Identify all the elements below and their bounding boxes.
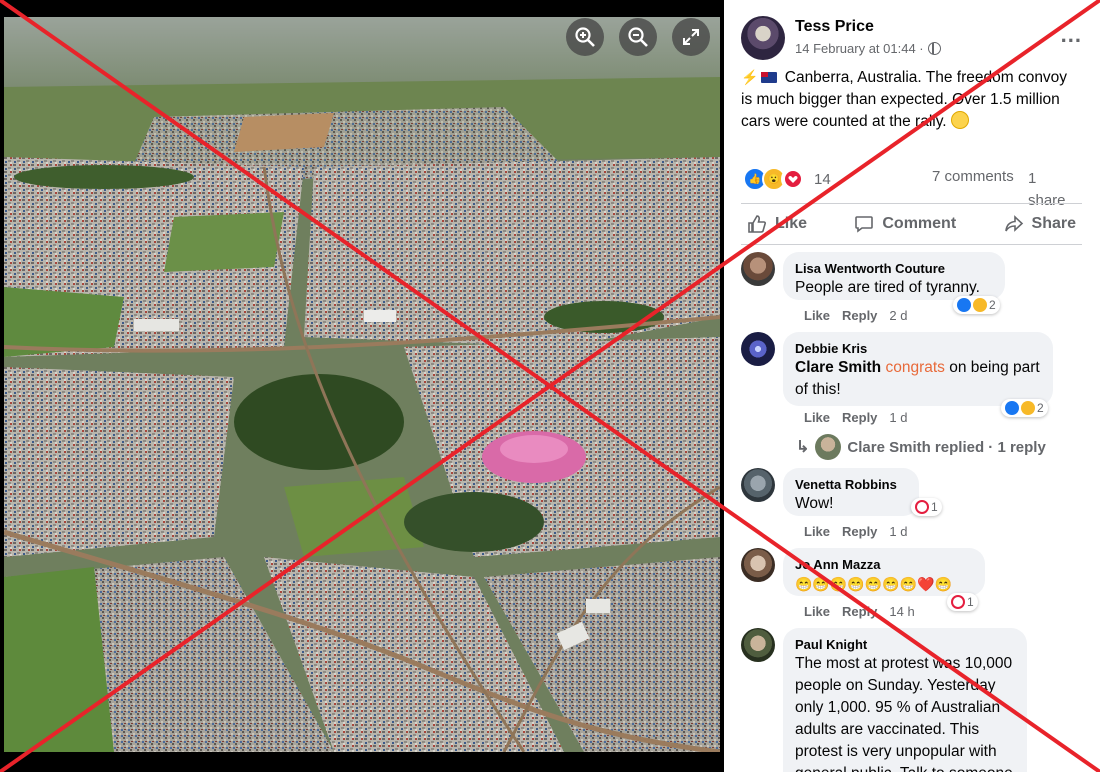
reply-arrow-icon: ↳ [796,439,810,456]
fullscreen-button[interactable] [672,18,710,56]
comment-text: Wow! [795,495,834,512]
love-reaction-icon [781,167,805,191]
wow-reaction-icon [973,298,987,312]
replier-avatar [815,434,842,460]
zoom-in-button[interactable] [566,18,604,56]
comment-actions: Like Reply 2 d [804,308,908,323]
photo-viewer [0,0,724,772]
comment-reply-link[interactable]: Reply [842,308,877,323]
comment-bubble: Debbie Kris Clare Smith congrats on bein… [783,332,1053,406]
comment-time[interactable]: 1 d [889,524,907,539]
expand-icon [683,29,699,45]
more-options-button[interactable]: ... [1061,22,1082,48]
comment-time[interactable]: 14 h [889,604,914,619]
post-action-bar: Like Comment Share [741,203,1082,245]
love-reaction-icon [915,500,929,514]
thumbs-up-icon [748,215,766,233]
share-arrow-icon [1004,215,1023,232]
comment-reply-link[interactable]: Reply [842,524,877,539]
comment-label: Comment [882,215,957,232]
wow-reaction-icon [1021,401,1035,415]
comment-actions: Like Reply 1 d [804,524,908,539]
comment-reply-link[interactable]: Reply [842,604,877,619]
like-reaction-icon [957,298,971,312]
post-text: ⚡ Canberra, Australia. The freedom convo… [741,66,1071,133]
comment-like-link[interactable]: Like [804,604,830,619]
comment-text: The most at protest was 10,000 people on… [795,655,1013,772]
comment-like-link[interactable]: Like [804,308,830,323]
comment-reactions[interactable]: 2 [953,296,1000,314]
post-author-name[interactable]: Tess Price [795,18,874,36]
commenter-name[interactable]: Lisa Wentworth Couture [795,260,993,277]
comment-like-link[interactable]: Like [804,410,830,425]
commenter-name[interactable]: Debbie Kris [795,340,1041,357]
comment-reaction-count: 2 [989,298,996,312]
sparkle-icon: ⚡ [741,69,759,85]
comment-button[interactable]: Comment [848,214,962,234]
comment-like-link[interactable]: Like [804,524,830,539]
zoom-out-icon [628,27,648,47]
comment-reaction-count: 2 [1037,401,1044,415]
like-label: Like [775,215,808,232]
commenter-avatar[interactable] [741,468,775,502]
commenter-avatar[interactable] [741,628,775,662]
comment-time[interactable]: 2 d [889,308,907,323]
commenter-name[interactable]: Venetta Robbins [795,476,907,493]
comment-bubble: Lisa Wentworth Couture People are tired … [783,252,1005,300]
share-button[interactable]: Share [998,214,1082,234]
comments-count[interactable]: 7 comments [932,168,1014,185]
comment-reactions[interactable]: 1 [947,593,978,611]
commenter-name[interactable]: Paul Knight [795,636,1015,653]
post-meta: 14 February at 01:44 · [795,41,941,56]
post-panel: Tess Price 14 February at 01:44 · ... ⚡ … [724,0,1100,772]
post-body: Canberra, Australia. The freedom convoy … [741,69,1068,130]
australia-flag-icon [761,72,778,83]
post-timestamp[interactable]: 14 February at 01:44 · [795,41,924,56]
comment-reply-link[interactable]: Reply [842,410,877,425]
comment-icon [855,216,874,233]
reaction-summary[interactable]: 👍 😮 14 [743,167,831,191]
comment-actions: Like Reply 14 h [804,604,915,619]
comment-text: 😁😁😁😁😁😁😁❤️😁 [795,576,952,592]
comment-bubble: Paul Knight The most at protest was 10,0… [783,628,1027,772]
share-label: Share [1031,215,1076,232]
comment-actions: Like Reply 1 d [804,410,908,425]
comment-text: Clare Smith congrats on being part of th… [795,357,1041,401]
comment-reactions[interactable]: 1 [911,498,942,516]
comment-reaction-count: 1 [931,500,938,514]
mention-link[interactable]: Clare Smith [795,359,881,376]
comment-bubble: Jo Ann Mazza 😁😁😁😁😁😁😁❤️😁 [783,548,985,596]
flushed-face-icon [950,111,969,129]
commenter-name[interactable]: Jo Ann Mazza [795,556,973,573]
highlight-word[interactable]: congrats [885,359,944,376]
replies-label: Clare Smith replied · 1 reply [847,438,1046,456]
comment-reaction-count: 1 [967,595,974,609]
author-avatar[interactable] [741,16,785,60]
comment-bubble: Venetta Robbins Wow! [783,468,919,516]
view-replies-link[interactable]: ↳ Clare Smith replied · 1 reply [796,434,1046,460]
commenter-avatar[interactable] [741,252,775,286]
globe-icon [927,42,941,55]
commenter-avatar[interactable] [741,548,775,582]
comment-time[interactable]: 1 d [889,410,907,425]
comment-reactions[interactable]: 2 [1001,399,1048,417]
zoom-in-icon [575,27,595,47]
reaction-count: 14 [814,170,831,188]
zoom-out-button[interactable] [619,18,657,56]
commenter-avatar[interactable] [741,332,775,366]
like-button[interactable]: Like [741,214,813,234]
aerial-photo [4,17,720,752]
love-reaction-icon [951,595,965,609]
like-reaction-icon [1005,401,1019,415]
